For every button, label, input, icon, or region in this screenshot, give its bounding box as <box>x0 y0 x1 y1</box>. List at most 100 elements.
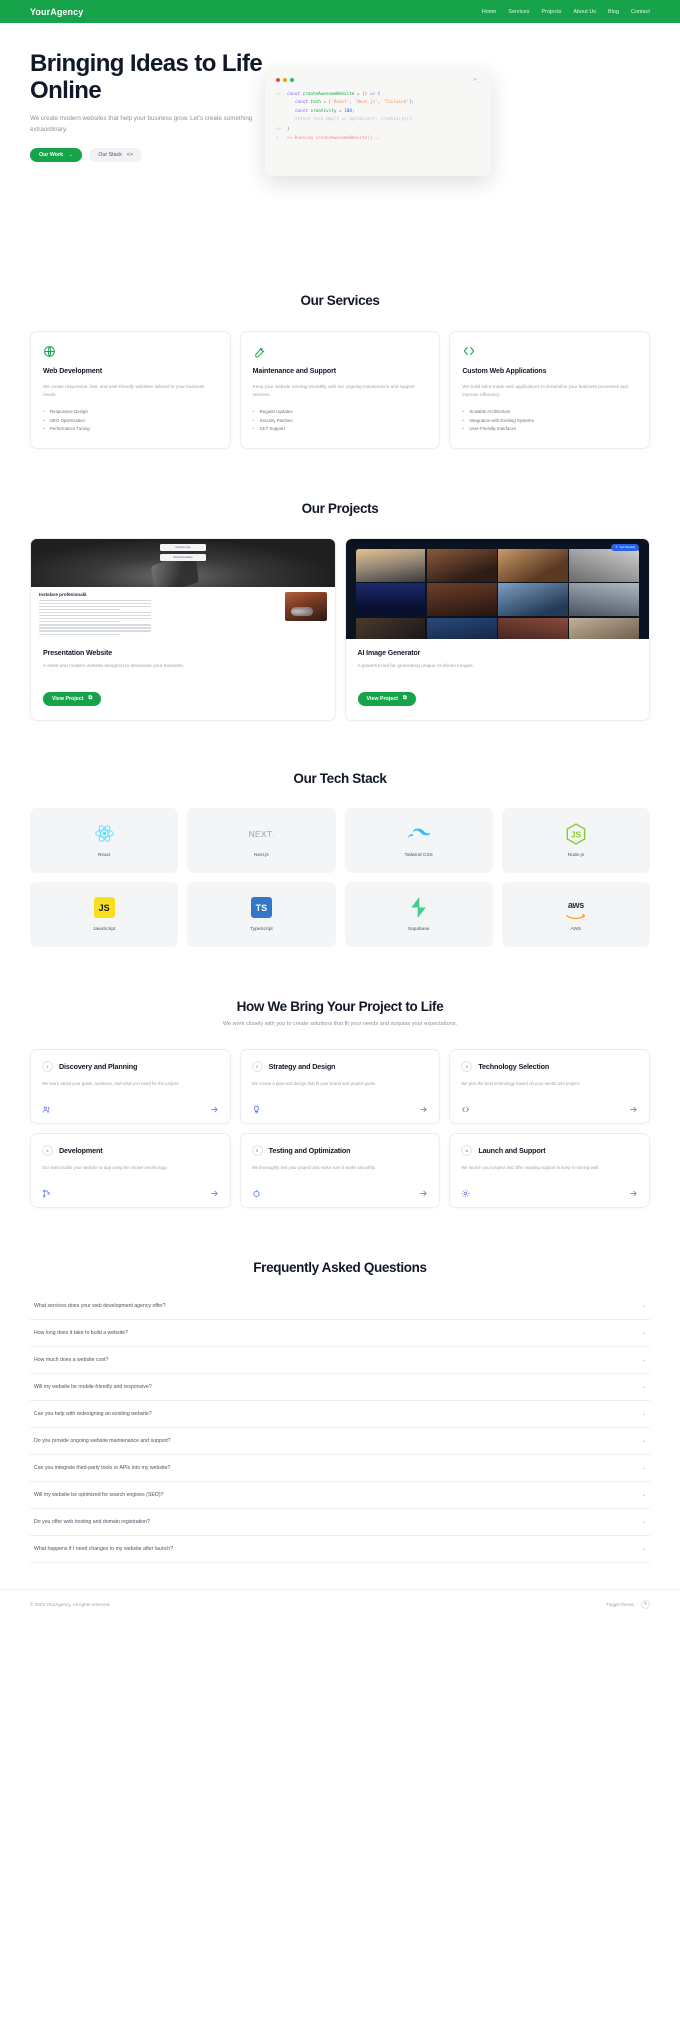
nav-item-blog[interactable]: Blog <box>608 9 619 15</box>
view-project-button[interactable]: View Project ⧉ <box>357 691 416 706</box>
chevron-down-icon[interactable]: ⌄ <box>642 1303 646 1309</box>
brand-logo[interactable]: YourAgency <box>30 7 83 17</box>
nav-item-about-us[interactable]: About Us <box>573 9 596 15</box>
code-brackets-icon: <> <box>126 151 134 158</box>
view-project-label: View Project <box>366 695 398 702</box>
faq-question: How long does it take to build a website… <box>34 1329 129 1336</box>
process-step-card[interactable]: 1 Discovery and Planning We learn about … <box>30 1048 231 1124</box>
chevron-down-icon[interactable]: ⌄ <box>642 1519 646 1525</box>
faq-item[interactable]: Do you provide ongoing website maintenan… <box>30 1428 650 1455</box>
chevron-down-icon[interactable]: ⌄ <box>642 1438 646 1444</box>
arrow-right-icon[interactable] <box>629 1105 638 1114</box>
project-card[interactable]: ✦ Get Started AI Image Generator A power… <box>344 537 650 721</box>
badge-label: Get Started <box>619 545 635 550</box>
faq-item[interactable]: How long does it take to build a website… <box>30 1320 650 1347</box>
chevron-down-icon[interactable]: ⌄ <box>642 1465 646 1471</box>
view-project-button[interactable]: View Project ⧉ <box>43 691 102 706</box>
service-card[interactable]: Maintenance and Support Keep your websit… <box>239 331 441 449</box>
nav-item-projects[interactable]: Projects <box>541 9 561 15</box>
tech-card-nodejs[interactable]: JS Node.js <box>501 807 650 873</box>
tech-card-nextjs[interactable]: NEXT. Next.js <box>187 807 336 873</box>
process-step-head: 6 Launch and Support <box>461 1144 638 1156</box>
tech-name: Next.js <box>254 852 269 858</box>
chevron-down-icon[interactable]: ⌄ <box>642 1384 646 1390</box>
svg-text:JS: JS <box>571 830 582 840</box>
chevron-down-icon[interactable]: ⌄ <box>642 1546 646 1552</box>
faq-item[interactable]: How much does a website cost? ⌄ <box>30 1347 650 1374</box>
status-badge[interactable]: ✦ Get Started <box>611 543 639 551</box>
process-step-description: We thoroughly test your project and make… <box>251 1164 376 1170</box>
code-text: } <box>287 126 290 132</box>
project-actions: View Project ⧉ <box>357 687 638 706</box>
projects-section: Our Projects Vizionare site Descarcă cat… <box>0 501 680 721</box>
process-step-card[interactable]: 5 Testing and Optimization We thoroughly… <box>239 1132 441 1208</box>
faq-question: Will my website be mobile-friendly and r… <box>34 1383 152 1390</box>
nav-item-home[interactable]: Home <box>482 9 497 15</box>
process-step-card[interactable]: 3 Technology Selection We pick the best … <box>449 1048 650 1124</box>
faq-item[interactable]: What services does your web development … <box>30 1293 650 1320</box>
project-body: AI Image Generator A powerful tool for g… <box>346 639 650 720</box>
process-step-number: 6 <box>461 1144 473 1156</box>
code-line: return tech.map(t => optimize(t, creativ… <box>276 116 480 124</box>
tech-card-tailwind[interactable]: Tailwind CSS <box>344 807 493 873</box>
process-step-number: 5 <box>251 1144 263 1156</box>
project-card[interactable]: Vizionare site Descarcă catalog Instalar… <box>30 537 336 721</box>
chevron-down-icon[interactable]: ⌄ <box>642 1411 646 1417</box>
nav-item-contact[interactable]: Contact <box>631 9 650 15</box>
project-name: AI Image Generator <box>357 649 421 657</box>
process-step-description: We pick the best technology based on you… <box>461 1080 580 1086</box>
minimize-dot-icon[interactable] <box>283 78 287 82</box>
our-stack-button[interactable]: Our Stack <> <box>89 148 143 163</box>
ai-image-tile <box>426 617 497 639</box>
service-card[interactable]: Custom Web Applications We build tailor-… <box>449 331 651 449</box>
tech-stack-section: Our Tech Stack React NEXT. Next.js Tailw… <box>0 771 680 947</box>
arrow-right-icon[interactable] <box>419 1189 428 1198</box>
ts-logo-square: TS <box>250 897 272 919</box>
tech-card-typescript[interactable]: TS TypeScript <box>187 881 336 947</box>
faq-item[interactable]: Will my website be optimized for search … <box>30 1482 650 1509</box>
process-step-card[interactable]: 4 Development Our team builds your websi… <box>30 1132 231 1208</box>
chevron-down-icon[interactable]: ⌄ <box>642 1330 646 1336</box>
arrow-right-icon[interactable] <box>629 1189 638 1198</box>
service-name: Custom Web Applications <box>462 368 547 375</box>
faq-section: Frequently Asked Questions What services… <box>0 1260 680 1563</box>
tech-name: Tailwind CSS <box>404 852 433 858</box>
site-footer: © 2023 YourAgency. All rights reserved. … <box>0 1588 680 1619</box>
code-gutter: >_ <box>276 134 281 140</box>
view-project-label: View Project <box>52 695 84 702</box>
arrow-right-icon[interactable] <box>210 1189 219 1198</box>
sun-icon[interactable]: ☀ <box>641 1599 650 1609</box>
code-body: <> const createAwesomeWebsite = () => { … <box>276 90 480 143</box>
tech-card-aws[interactable]: aws AWS <box>501 881 650 947</box>
service-feature: User-Friendly Interfaces <box>462 425 637 434</box>
code-brackets-icon <box>462 344 637 358</box>
tech-card-supabase[interactable]: Supabase <box>344 881 493 947</box>
faq-item[interactable]: Do you offer web hosting and domain regi… <box>30 1509 650 1536</box>
process-step-card[interactable]: 6 Launch and Support We launch your proj… <box>449 1132 650 1208</box>
tech-card-javascript[interactable]: JS JavaScript <box>30 881 179 947</box>
tech-card-react[interactable]: React <box>30 807 179 873</box>
javascript-icon: JS <box>93 897 115 919</box>
nav-item-services[interactable]: Services <box>508 9 529 15</box>
faq-item[interactable]: Can you integrate third-party tools or A… <box>30 1455 650 1482</box>
our-work-button[interactable]: Our Work → <box>30 148 83 163</box>
chevron-down-icon[interactable]: ⌄ <box>642 1492 646 1498</box>
maximize-dot-icon[interactable] <box>290 78 294 82</box>
chevron-down-icon[interactable]: ⌄ <box>642 1357 646 1363</box>
faq-item[interactable]: Will my website be mobile-friendly and r… <box>30 1374 650 1401</box>
external-link-icon: ⧉ <box>88 695 93 702</box>
service-card[interactable]: Web Development We create responsive, fa… <box>30 331 231 449</box>
process-title: How We Bring Your Project to Life <box>236 998 444 1014</box>
faq-item[interactable]: What happens if I need changes to my web… <box>30 1536 650 1563</box>
thumb-document: Instalare profesională <box>31 586 335 639</box>
arrow-right-icon[interactable] <box>419 1105 428 1114</box>
thumb-pill-primary: Vizionare site <box>159 543 206 551</box>
close-dot-icon[interactable] <box>276 78 280 82</box>
process-grid: 1 Discovery and Planning We learn about … <box>30 1048 650 1208</box>
service-feature-list: Regular Updates Security Patches 24/7 Su… <box>253 408 428 434</box>
tech-name: JavaScript <box>92 926 116 932</box>
tech-stack-title: Our Tech Stack <box>293 770 387 786</box>
arrow-right-icon[interactable] <box>210 1105 219 1114</box>
process-step-card[interactable]: 2 Strategy and Design We create a plan a… <box>239 1048 441 1124</box>
faq-item[interactable]: Can you help with redesigning an existin… <box>30 1401 650 1428</box>
